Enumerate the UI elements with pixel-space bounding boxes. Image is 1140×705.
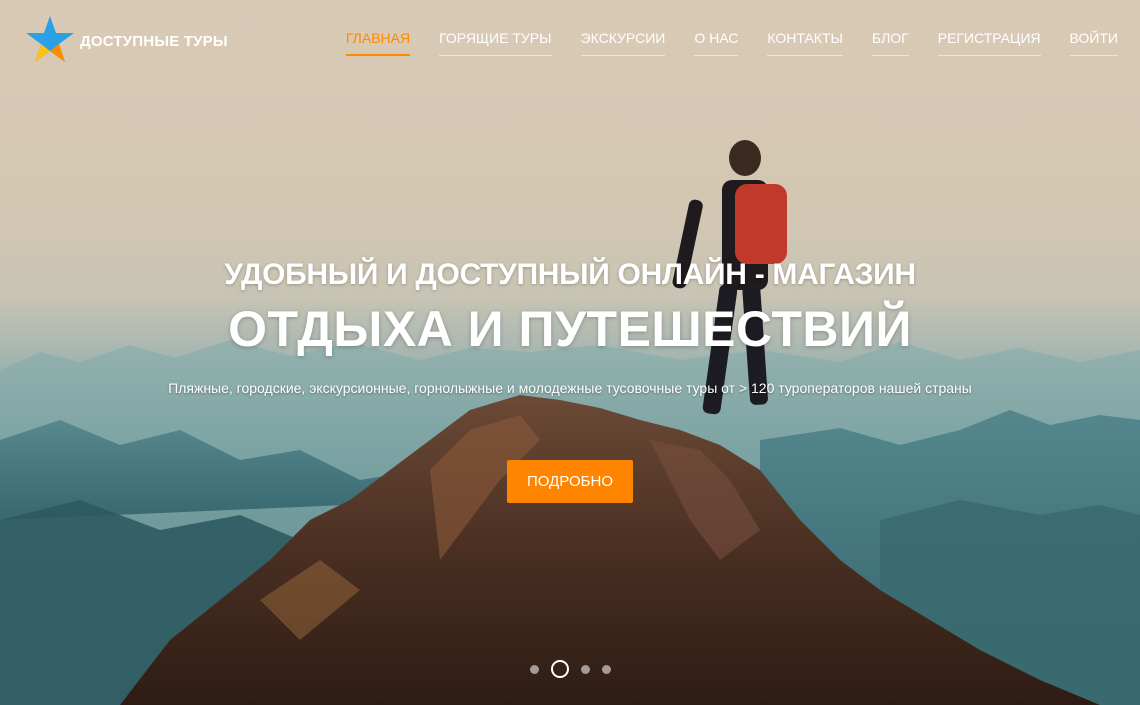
- brand-name: ДОСТУПНЫЕ ТУРЫ: [80, 32, 228, 50]
- site-logo[interactable]: ДОСТУПНЫЕ ТУРЫ: [24, 14, 228, 64]
- star-logo-icon: [26, 16, 74, 62]
- nav-item-home[interactable]: ГЛАВНАЯ: [345, 30, 411, 56]
- nav-item-contacts[interactable]: КОНТАКТЫ: [767, 30, 843, 56]
- details-button[interactable]: ПОДРОБНО: [507, 460, 633, 503]
- hero-headline-line1: УДОБНЫЙ И ДОСТУПНЫЙ ОНЛАЙН - МАГАЗИН: [224, 258, 916, 291]
- main-navigation: ГЛАВНАЯ ГОРЯЩИЕ ТУРЫ ЭКСКУРСИИ О НАС КОН…: [345, 30, 1118, 56]
- nav-item-blog[interactable]: БЛОГ: [871, 30, 909, 56]
- nav-item-hot-tours[interactable]: ГОРЯЩИЕ ТУРЫ: [439, 30, 552, 56]
- slider-dot-4[interactable]: [601, 664, 611, 674]
- hero-subtitle: Пляжные, городские, экскурсионные, горно…: [168, 380, 972, 396]
- nav-item-about[interactable]: О НАС: [694, 30, 739, 56]
- hero-banner: ДОСТУПНЫЕ ТУРЫ ГЛАВНАЯ ГОРЯЩИЕ ТУРЫ ЭКСК…: [0, 0, 1140, 705]
- slider-pagination: [0, 660, 1140, 678]
- slider-dot-2[interactable]: [550, 660, 569, 678]
- nav-item-registration[interactable]: РЕГИСТРАЦИЯ: [937, 30, 1041, 56]
- slider-dot-1[interactable]: [529, 664, 539, 674]
- nav-item-login[interactable]: ВОЙТИ: [1069, 30, 1118, 56]
- nav-item-excursions[interactable]: ЭКСКУРСИИ: [580, 30, 666, 56]
- slider-dot-3[interactable]: [580, 664, 590, 674]
- hero-headline-line2: ОТДЫХА И ПУТЕШЕСТВИЙ: [228, 301, 912, 357]
